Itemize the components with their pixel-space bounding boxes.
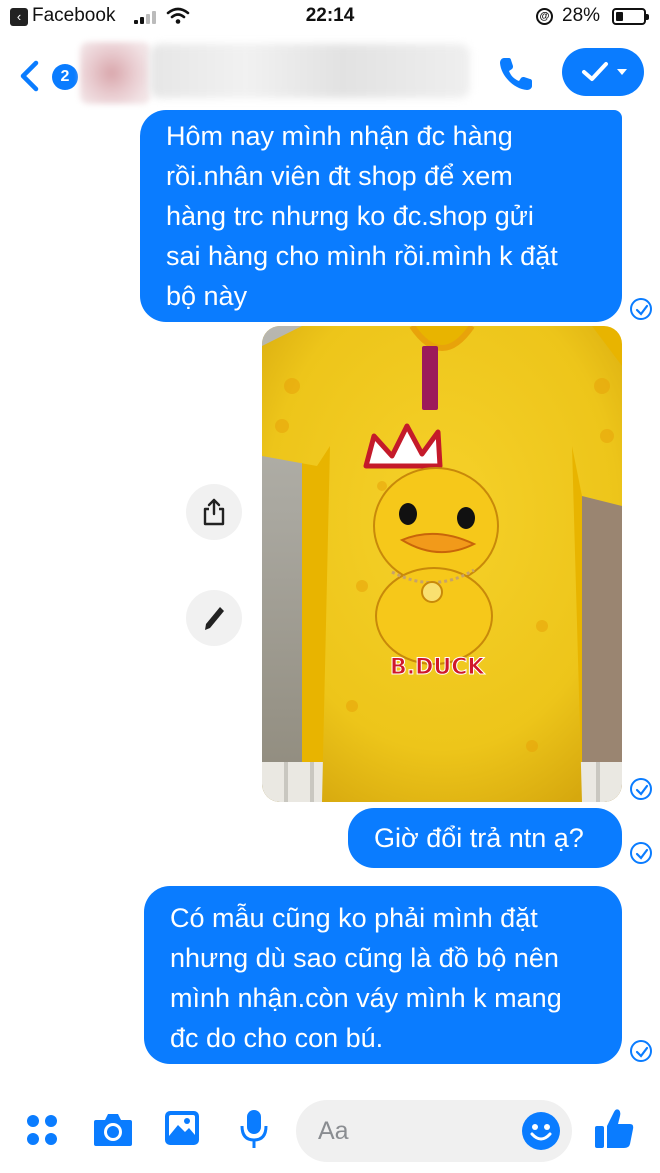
chevron-left-icon [20, 60, 39, 92]
microphone-icon[interactable] [238, 1108, 270, 1150]
battery-icon [612, 8, 649, 25]
share-button[interactable] [186, 484, 242, 540]
message-input-placeholder: Aa [318, 1117, 349, 1145]
message-line: sai hàng cho mình rồi.mình k đặt [166, 241, 558, 271]
delivered-receipt-icon [630, 778, 652, 800]
battery-level-fill [616, 12, 623, 21]
delivered-receipt-icon [630, 842, 652, 864]
message-input[interactable]: Aa [296, 1100, 572, 1162]
edit-photo-button[interactable] [186, 590, 242, 646]
delivered-receipt-icon [630, 1040, 652, 1062]
thumbs-up-icon[interactable] [592, 1106, 636, 1150]
avatar[interactable] [80, 42, 150, 104]
composer-bar: Aa [0, 1086, 660, 1173]
share-icon [203, 498, 225, 526]
message-line: mình nhận.còn váy mình k mang [170, 983, 562, 1013]
yellow-shirt-image: B.DUCK [262, 326, 622, 802]
message-line: Giờ đổi trả ntn ạ? [374, 823, 584, 853]
caret-down-icon [617, 69, 627, 75]
conversation-header: 2 [0, 34, 660, 112]
message-line: Hôm nay mình nhận đc hàng [166, 121, 513, 151]
orientation-lock-icon: @ [536, 8, 553, 25]
gallery-icon[interactable] [162, 1108, 202, 1148]
battery-percent: 28% [562, 5, 601, 26]
message-line: Có mẫu cũng ko phải mình đặt [170, 903, 538, 933]
message-bubble-outgoing[interactable]: Hôm nay mình nhận đc hàng rồi.nhân viên … [140, 110, 622, 322]
clock: 22:14 [305, 5, 355, 26]
photo-attachment[interactable]: B.DUCK [262, 326, 622, 802]
back-button[interactable]: 2 [14, 54, 78, 94]
unread-badge: 2 [52, 64, 78, 90]
contact-name-blurred[interactable] [150, 44, 470, 98]
mark-done-button[interactable] [562, 48, 644, 96]
message-line: nhưng dù sao cũng là đồ bộ nên [170, 943, 559, 973]
delivered-receipt-icon [630, 298, 652, 320]
message-line: hàng trc nhưng ko đc.shop gửi [166, 201, 534, 231]
photo-print-text: B.DUCK [390, 655, 485, 680]
status-bar: ‹ Facebook 22:14 @ 28% [0, 0, 660, 34]
edit-pencil-icon [205, 607, 224, 630]
phone-icon[interactable] [494, 52, 538, 96]
emoji-icon[interactable] [522, 1112, 560, 1150]
apps-grid-icon[interactable] [24, 1112, 60, 1148]
message-line: rồi.nhân viên đt shop để xem [166, 161, 513, 191]
message-line: bộ này [166, 281, 248, 311]
checkmark-icon [582, 62, 608, 81]
message-line: đc do cho con bú. [170, 1023, 384, 1053]
camera-icon[interactable] [92, 1110, 134, 1148]
message-bubble-outgoing[interactable]: Có mẫu cũng ko phải mình đặt nhưng dù sa… [144, 886, 622, 1064]
message-bubble-outgoing[interactable]: Giờ đổi trả ntn ạ? [348, 808, 622, 868]
